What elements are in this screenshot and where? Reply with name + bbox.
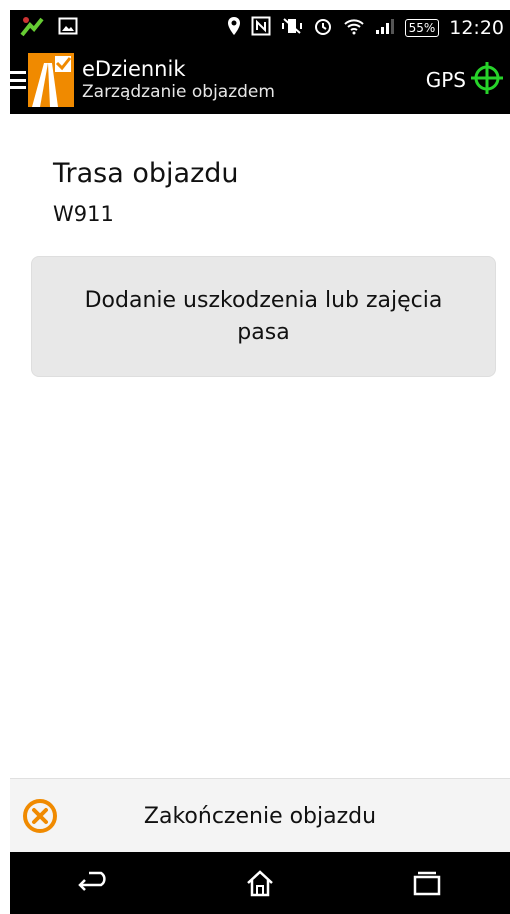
route-code: W911 [53,202,114,226]
add-damage-button[interactable]: Dodanie uszkodzenia lub zajęcia pasa [31,256,496,377]
home-icon[interactable] [230,858,290,908]
end-route-label: Zakończenie objazdu [143,803,377,829]
signal-icon [375,17,395,40]
gps-label: GPS [425,68,466,92]
cancel-icon [22,798,58,834]
gps-crosshair-icon [470,61,504,100]
route-heading: Trasa objazdu [53,158,239,189]
vibrate-off-icon [281,16,303,41]
app-logo[interactable] [28,53,74,107]
app-title: eDziennik [82,57,186,81]
end-route-button[interactable]: Zakończenie objazdu [10,778,510,853]
main-content: Trasa objazdu W911 Dodanie uszkodzenia l… [10,114,510,778]
app-subtitle: Zarządzanie objazdem [82,82,275,102]
menu-icon[interactable] [10,71,26,89]
navigation-bar [10,852,510,914]
image-icon [58,17,78,39]
action-bar: eDziennik Zarządzanie objazdem GPS [10,46,510,114]
location-icon [227,16,241,41]
clock-time: 12:20 [449,17,504,39]
status-bar: 55% 12:20 [10,10,510,46]
gps-indicator[interactable]: GPS [426,61,510,100]
app-notification-icon [20,15,46,41]
battery-icon: 55% [404,19,440,37]
alarm-icon [313,16,333,41]
recent-apps-icon[interactable] [397,858,457,908]
nfc-icon [251,16,271,41]
wifi-icon [343,17,365,40]
back-icon[interactable] [63,858,123,908]
device-screen: 55% 12:20 eDziennik Zarządzanie objazdem… [0,0,510,914]
